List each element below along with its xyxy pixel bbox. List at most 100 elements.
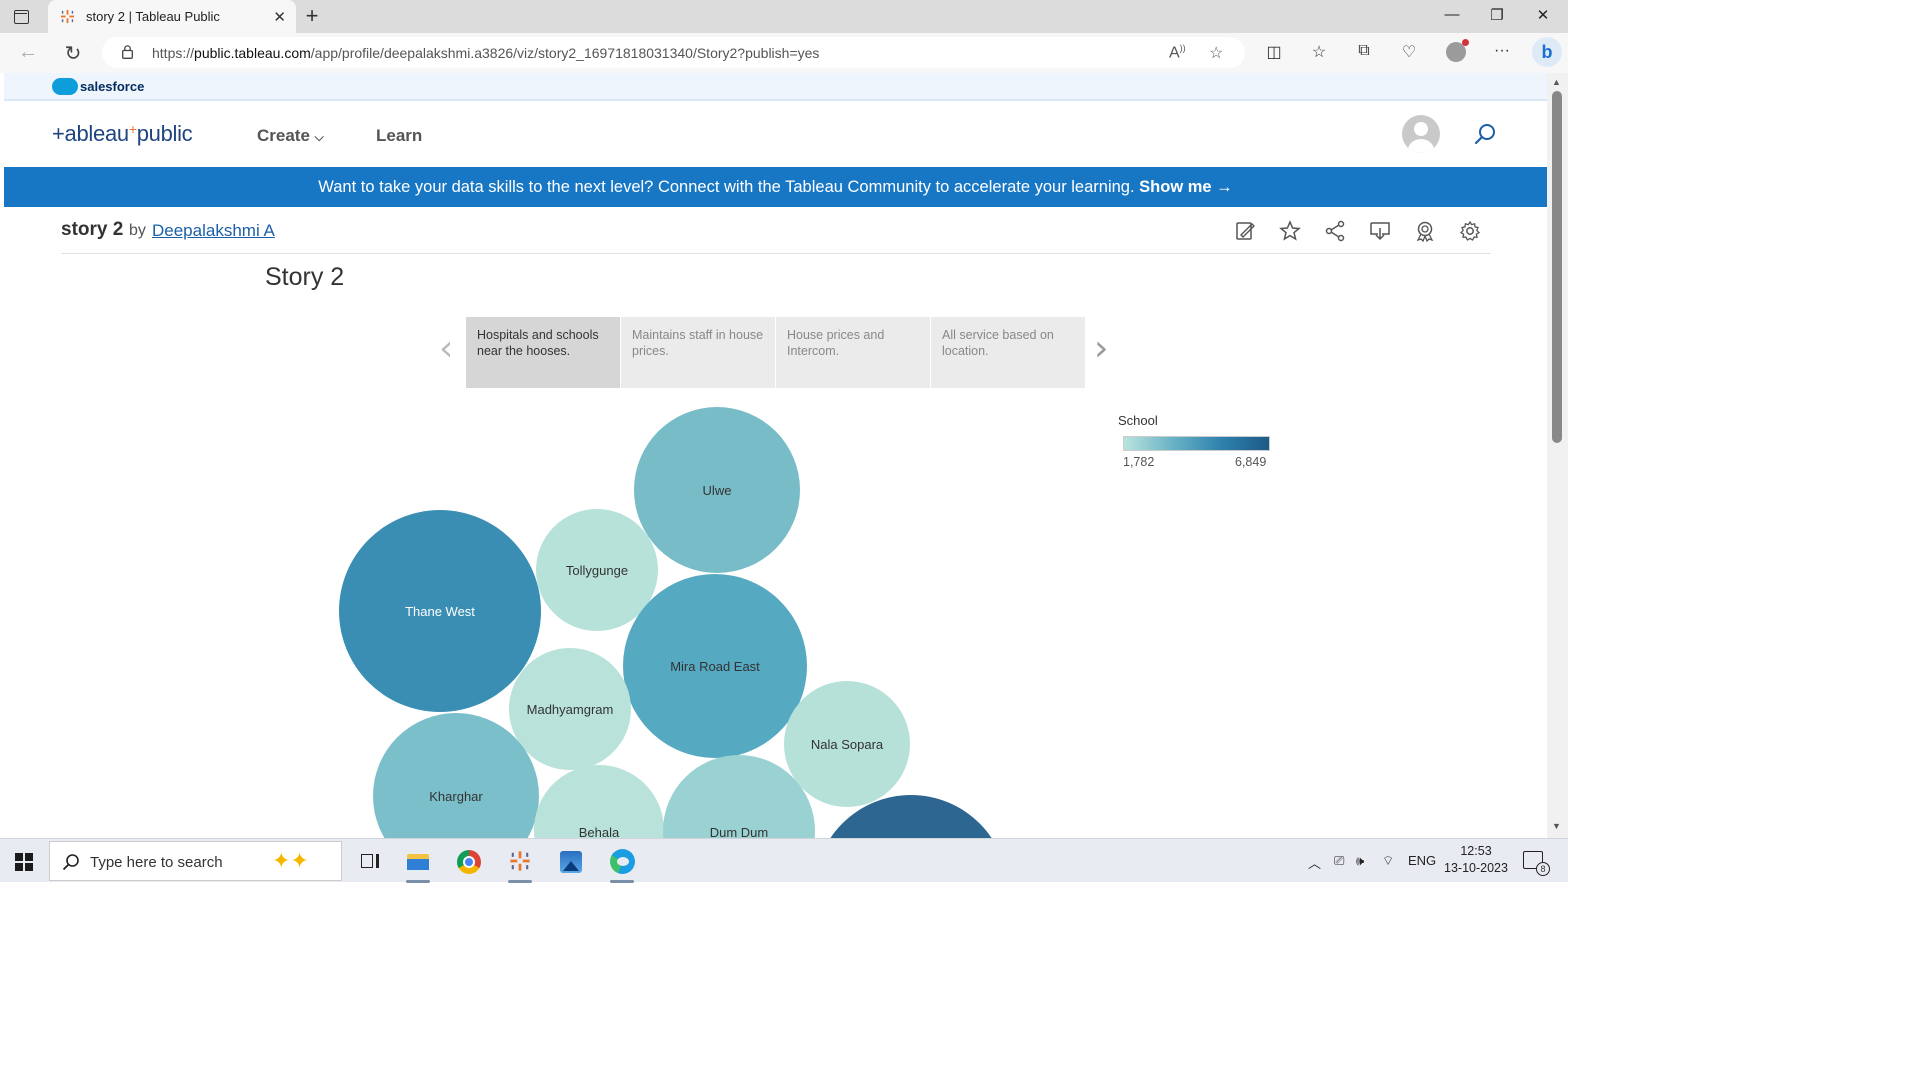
promo-banner: Want to take your data skills to the nex… xyxy=(4,167,1547,207)
wifi-icon[interactable]: ⌔ xyxy=(1382,853,1394,869)
profile-icon[interactable] xyxy=(1444,39,1469,64)
bubble-label: Behala xyxy=(578,825,620,838)
windows-taskbar: Type here to search ✦✦ ︿ ⎚ 🕪 ⌔ ENG 12:53… xyxy=(0,838,1568,883)
color-legend-title: School xyxy=(1118,413,1158,428)
file-explorer-icon[interactable] xyxy=(399,844,437,883)
create-menu[interactable]: Create ⌵ xyxy=(257,126,324,146)
tab-close-icon[interactable]: ✕ xyxy=(273,8,286,26)
story-point-2[interactable]: Maintains staff in house prices. xyxy=(621,317,775,388)
next-story-point-icon[interactable]: › xyxy=(1094,328,1108,369)
taskbar-clock[interactable]: 12:53 13-10-2023 xyxy=(1440,843,1512,877)
windows-start-icon[interactable] xyxy=(15,853,33,871)
split-screen-icon[interactable]: ◫ xyxy=(1262,42,1286,64)
badge-icon[interactable] xyxy=(1413,220,1437,242)
read-aloud-icon[interactable]: A)) xyxy=(1169,43,1186,62)
notification-count: 8 xyxy=(1536,862,1550,876)
bubble-nala-sopara[interactable]: Nala Sopara xyxy=(784,681,910,807)
bubble-label: Nala Sopara xyxy=(810,736,884,752)
tableau-app-icon[interactable] xyxy=(501,844,539,883)
back-icon[interactable]: ← xyxy=(15,41,41,64)
collections-icon[interactable]: ⧉ xyxy=(1352,42,1376,64)
edge-icon[interactable] xyxy=(603,844,641,883)
taskbar-search-placeholder: Type here to search xyxy=(90,854,223,871)
bing-copilot-icon[interactable]: b xyxy=(1532,37,1562,67)
notifications-icon[interactable]: 8 xyxy=(1523,851,1550,876)
page-scrollbar[interactable]: ▲ ▼ xyxy=(1547,73,1568,838)
clock-time: 12:53 xyxy=(1460,844,1492,858)
new-tab-icon[interactable]: + xyxy=(300,3,324,29)
bubble-label: Madhyamgram xyxy=(526,701,614,717)
task-view-icon[interactable] xyxy=(349,844,387,880)
story-point-3[interactable]: House prices and Intercom. xyxy=(776,317,930,388)
tab-title: story 2 | Tableau Public xyxy=(86,9,220,24)
user-avatar[interactable] xyxy=(1402,115,1440,153)
favorite-star-icon[interactable]: ☆ xyxy=(1209,43,1223,63)
salesforce-cloud-icon xyxy=(52,78,78,95)
lock-icon xyxy=(122,45,133,59)
salesforce-bar: salesforce xyxy=(4,73,1547,101)
viz-header: story 2 by Deepalakshmi A xyxy=(61,207,1491,254)
bubble-mira-road-east[interactable]: Mira Road East xyxy=(623,574,807,758)
photos-icon[interactable] xyxy=(552,844,590,880)
browser-tab[interactable]: story 2 | Tableau Public ✕ xyxy=(48,0,296,33)
url-text: https://public.tableau.com/app/profile/d… xyxy=(152,45,820,61)
search-icon[interactable] xyxy=(1474,123,1496,145)
scroll-up-icon[interactable]: ▲ xyxy=(1552,77,1561,87)
show-me-link[interactable]: Show me → xyxy=(1139,178,1233,196)
story-point-4[interactable]: All service based on location. xyxy=(931,317,1085,388)
viz-by-label: by xyxy=(129,222,146,239)
color-legend-max: 6,849 xyxy=(1235,455,1267,469)
web-page: salesforce +ableau+public Create ⌵ Learn… xyxy=(4,73,1547,838)
bubble-label: Tollygunge xyxy=(565,562,629,578)
browser-tab-bar: story 2 | Tableau Public ✕ + — ❐ ✕ xyxy=(0,0,1568,33)
story-point-1[interactable]: Hospitals and schools near the hooses. xyxy=(466,317,620,388)
bubble-thane-west[interactable]: Thane West xyxy=(339,510,541,712)
clock-date: 13-10-2023 xyxy=(1444,861,1508,875)
scroll-down-icon[interactable]: ▼ xyxy=(1552,821,1561,831)
favorite-icon[interactable] xyxy=(1278,220,1302,242)
settings-gear-icon[interactable] xyxy=(1458,220,1482,242)
bubble-madhyamgram[interactable]: Madhyamgram xyxy=(509,648,631,770)
salesforce-label[interactable]: salesforce xyxy=(80,79,144,94)
chrome-icon[interactable] xyxy=(450,844,488,880)
bubble-behala[interactable]: Behala xyxy=(534,765,664,838)
chevron-down-icon: ⌵ xyxy=(314,130,324,144)
language-indicator[interactable]: ENG xyxy=(1408,853,1436,868)
close-window-icon[interactable]: ✕ xyxy=(1528,6,1558,26)
favorites-icon[interactable]: ☆ xyxy=(1307,42,1331,64)
prev-story-point-icon[interactable]: ‹ xyxy=(439,328,453,369)
restore-icon[interactable]: ❐ xyxy=(1482,6,1512,26)
browser-essentials-icon[interactable]: ♡ xyxy=(1397,42,1421,64)
refresh-icon[interactable]: ↻ xyxy=(60,41,86,66)
learn-link[interactable]: Learn xyxy=(376,126,422,146)
bubble-label: Mira Road East xyxy=(670,658,760,674)
color-legend-min: 1,782 xyxy=(1123,455,1155,469)
volume-icon[interactable]: 🕪 xyxy=(1356,853,1364,869)
bubble-label: Ulwe xyxy=(702,482,732,498)
url-field[interactable]: https://public.tableau.com/app/profile/d… xyxy=(102,37,1245,68)
meet-now-icon[interactable]: ⎚ xyxy=(1334,853,1344,869)
bubble-label: Dum Dum xyxy=(709,825,769,838)
share-icon[interactable] xyxy=(1323,220,1347,242)
minimize-icon[interactable]: — xyxy=(1437,6,1467,26)
tableau-public-logo[interactable]: +ableau+public xyxy=(52,121,193,147)
bubble-label: Kharghar xyxy=(429,788,483,804)
tableau-favicon-icon xyxy=(60,9,75,24)
story-title: Story 2 xyxy=(265,263,345,291)
show-hidden-icons-icon[interactable]: ︿ xyxy=(1308,853,1321,872)
taskbar-search-box[interactable]: Type here to search ✦✦ xyxy=(49,841,342,881)
search-icon xyxy=(62,854,79,871)
more-options-icon[interactable]: ··· xyxy=(1490,42,1514,64)
color-legend-bar xyxy=(1123,436,1270,451)
sparkle-icon: ✦✦ xyxy=(272,848,309,873)
bubble-label: Thane West xyxy=(405,603,475,619)
bubble-ulwe[interactable]: Ulwe xyxy=(634,407,800,573)
author-link[interactable]: Deepalakshmi A xyxy=(152,221,275,241)
tab-actions-icon[interactable] xyxy=(10,6,32,28)
promo-text: Want to take your data skills to the nex… xyxy=(318,178,1135,196)
download-icon[interactable] xyxy=(1368,220,1392,242)
address-toolbar: ← ↻ https://public.tableau.com/app/profi… xyxy=(0,33,1568,73)
edit-viz-icon[interactable] xyxy=(1233,220,1257,242)
tableau-public-nav: +ableau+public Create ⌵ Learn xyxy=(4,101,1547,167)
scrollbar-thumb[interactable] xyxy=(1552,91,1562,443)
